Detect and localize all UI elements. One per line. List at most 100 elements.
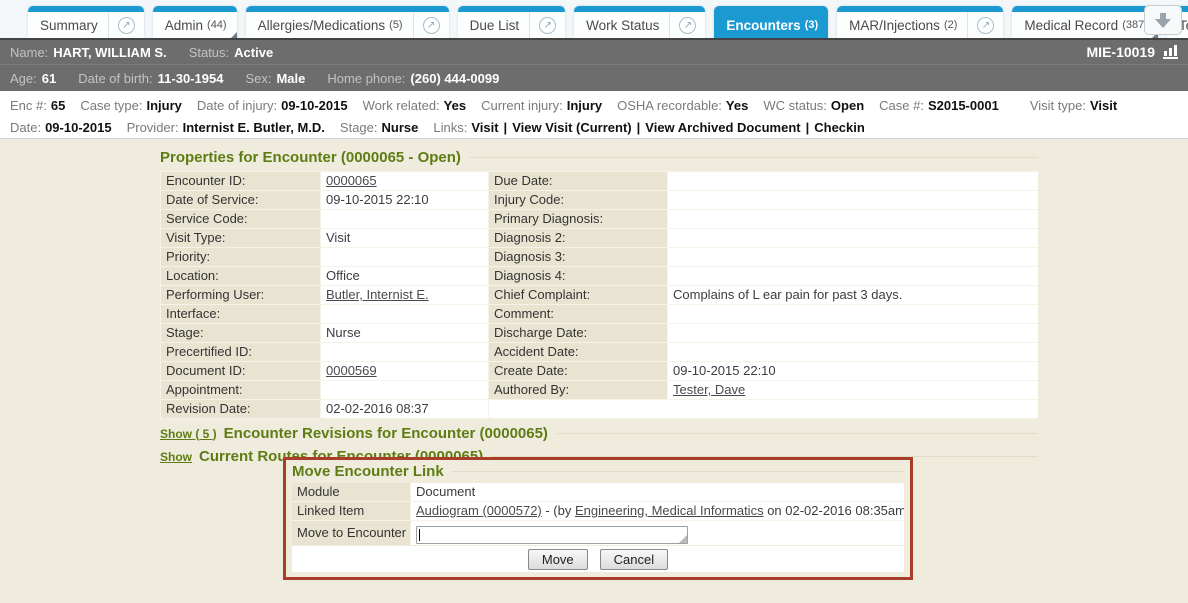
field-value: 0000569 xyxy=(321,362,488,380)
field-label: Diagnosis 4: xyxy=(489,267,667,285)
dialog-title: Move Encounter Link xyxy=(292,463,444,480)
field-label: Priority: xyxy=(161,248,320,266)
dialog-heading: Move Encounter Link xyxy=(292,463,904,480)
encounter-info-line2: Date:09-10-2015 Provider:Internist E. Bu… xyxy=(10,116,1178,138)
authored-by-link[interactable]: Tester, Dave xyxy=(673,382,745,397)
field-value: Visit xyxy=(321,229,488,247)
case-number-label: Case #: xyxy=(879,98,924,113)
field-value xyxy=(668,343,1038,361)
field-value xyxy=(321,381,488,399)
tab-mar-injections[interactable]: MAR/Injections(2) ↗ xyxy=(837,6,1003,38)
links-label: Links: xyxy=(433,120,467,135)
patient-name: HART, WILLIAM S. xyxy=(53,45,166,60)
field-label: Diagnosis 2: xyxy=(489,229,667,247)
date-value: 09-10-2015 xyxy=(45,120,112,135)
field-label: Visit Type: xyxy=(161,229,320,247)
tab-encounters[interactable]: Encounters(3) xyxy=(714,6,828,38)
open-chart-icon-button[interactable]: ↗ xyxy=(413,12,449,38)
move-to-encounter-cell xyxy=(411,521,904,545)
tab-admin[interactable]: Admin (44) xyxy=(153,6,237,38)
open-in-new-icon: ↗ xyxy=(977,17,994,34)
tab-count: (5) xyxy=(389,19,402,31)
field-value xyxy=(489,400,1038,418)
more-tabs-button[interactable] xyxy=(1144,5,1182,35)
tab-work-status[interactable]: Work Status ↗ xyxy=(574,6,705,38)
patient-name-bar: Name: HART, WILLIAM S. Status: Active MI… xyxy=(0,38,1188,64)
tab-allergies-medications[interactable]: Allergies/Medications(5) ↗ xyxy=(246,6,449,38)
open-chart-icon-button[interactable]: ↗ xyxy=(529,12,565,38)
checkin-link[interactable]: Checkin xyxy=(814,120,865,135)
open-chart-icon-button[interactable]: ↗ xyxy=(108,12,144,38)
field-value: 09-10-2015 22:10 xyxy=(668,362,1038,380)
field-value xyxy=(668,172,1038,190)
case-type-value: Injury xyxy=(146,98,181,113)
bar-chart-icon[interactable] xyxy=(1163,45,1178,59)
visit-link[interactable]: Visit xyxy=(471,120,498,135)
revisions-heading: Encounter Revisions for Encounter (00000… xyxy=(224,425,548,442)
dialog-form: Module Document Linked Item Audiogram (0… xyxy=(292,483,904,545)
sex-value: Male xyxy=(276,71,305,86)
field-label: Comment: xyxy=(489,305,667,323)
field-value: 0000065 xyxy=(321,172,488,190)
tab-count: (44) xyxy=(207,19,227,31)
dialog-button-row: Move Cancel xyxy=(292,546,904,572)
field-label: Performing User: xyxy=(161,286,320,304)
osha-value: Yes xyxy=(726,98,748,113)
tab-label: Medical Record xyxy=(1024,18,1118,33)
field-label: Injury Code: xyxy=(489,191,667,209)
field-value: Butler, Internist E. xyxy=(321,286,488,304)
dob-label: Date of birth: xyxy=(78,71,152,86)
page-title: Properties for Encounter (0000065 - Open… xyxy=(160,149,461,166)
separator: | xyxy=(504,120,508,135)
move-button[interactable]: Move xyxy=(528,549,588,570)
audiogram-document-link[interactable]: Audiogram (0000572) xyxy=(416,503,542,518)
view-visit-link[interactable]: View Visit (Current) xyxy=(512,120,631,135)
tab-label: Due List xyxy=(470,18,520,33)
field-value xyxy=(668,210,1038,228)
text-caret xyxy=(419,529,420,541)
encounter-properties-table: Encounter ID: 0000065 Due Date: Date of … xyxy=(160,171,1038,419)
chart-id: MIE-10019 xyxy=(1087,44,1155,60)
work-related-label: Work related: xyxy=(363,98,440,113)
down-arrow-icon xyxy=(1155,13,1171,28)
tab-label: Admin xyxy=(165,18,203,33)
field-value xyxy=(668,229,1038,247)
current-injury-label: Current injury: xyxy=(481,98,563,113)
performing-user-link[interactable]: Butler, Internist E. xyxy=(326,287,429,302)
open-chart-icon-button[interactable]: ↗ xyxy=(669,12,705,38)
status-label: Status: xyxy=(189,45,229,60)
encounter-info-strip: Enc #:65 Case type:Injury Date of injury… xyxy=(0,91,1188,139)
tab-summary[interactable]: Summary ↗ xyxy=(28,6,144,38)
show-routes-link[interactable]: Show xyxy=(160,450,192,464)
cancel-button[interactable]: Cancel xyxy=(600,549,668,570)
field-label: Document ID: xyxy=(161,362,320,380)
field-value xyxy=(668,267,1038,285)
osha-label: OSHA recordable: xyxy=(617,98,722,113)
author-user-link[interactable]: Engineering, Medical Informatics xyxy=(575,503,764,518)
field-label: Authored By: xyxy=(489,381,667,399)
tab-count: (2) xyxy=(944,19,957,31)
tab-medical-record[interactable]: Medical Record(387) xyxy=(1012,6,1157,38)
visit-type-value: Visit xyxy=(1090,98,1117,113)
field-value xyxy=(668,248,1038,266)
open-chart-icon-button[interactable]: ↗ xyxy=(967,12,1003,38)
phone-value: (260) 444-0099 xyxy=(410,71,499,86)
view-archived-document-link[interactable]: View Archived Document xyxy=(645,120,800,135)
show-revisions-link[interactable]: Show ( 5 ) xyxy=(160,427,217,441)
tab-label: Encounters xyxy=(726,18,800,33)
move-encounter-link-dialog: Move Encounter Link Module Document Link… xyxy=(283,457,913,580)
phone-label: Home phone: xyxy=(327,71,405,86)
linked-item-value: Audiogram (0000572) - (by Engineering, M… xyxy=(411,502,904,520)
encounter-id-link[interactable]: 0000065 xyxy=(326,173,377,188)
field-label: Accident Date: xyxy=(489,343,667,361)
open-in-new-icon: ↗ xyxy=(118,17,135,34)
document-id-link[interactable]: 0000569 xyxy=(326,363,377,378)
tab-label: Allergies/Medications xyxy=(258,18,386,33)
tab-due-list[interactable]: Due List ↗ xyxy=(458,6,566,38)
separator: | xyxy=(806,120,810,135)
separator: | xyxy=(637,120,641,135)
field-value: 02-02-2016 08:37 xyxy=(321,400,488,418)
field-label: Discharge Date: xyxy=(489,324,667,342)
properties-heading: Properties for Encounter (0000065 - Open… xyxy=(160,149,1038,166)
move-to-encounter-input[interactable] xyxy=(416,526,688,544)
